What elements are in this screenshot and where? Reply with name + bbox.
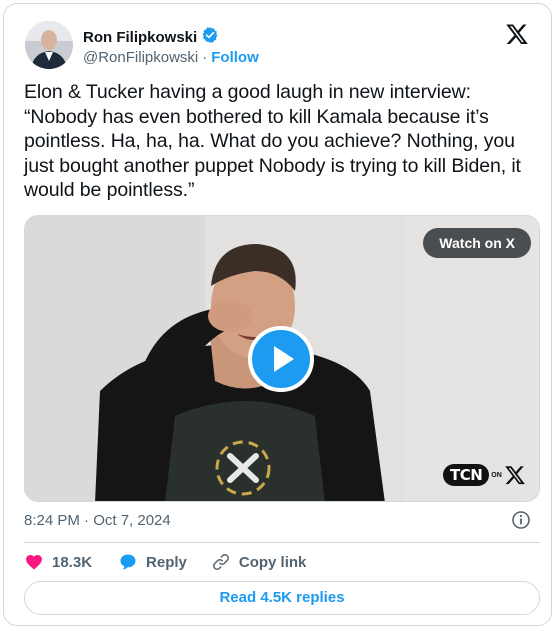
x-logo-icon[interactable] [505,22,529,46]
copy-link-button[interactable]: Copy link [211,552,307,572]
video-player[interactable]: Watch on X TCN ON [24,215,540,502]
tweet-card: Ron Filipkowski @RonFilipkowski · Follow… [3,3,552,626]
heart-icon [26,555,42,570]
avatar[interactable] [25,21,73,69]
watermark-text: TCN [443,464,490,486]
display-name[interactable]: Ron Filipkowski [83,29,197,46]
reply-button[interactable]: Reply [118,552,187,572]
separator: · [202,49,208,66]
info-icon[interactable] [511,510,531,530]
tweet-text: Elon & Tucker having a good laugh in new… [24,81,521,201]
like-count: 18.3K [52,553,93,571]
play-button[interactable] [248,326,314,392]
divider [24,542,540,543]
reply-bubble-icon [120,554,136,570]
action-bar: 18.3K Reply Copy link [24,551,332,573]
channel-watermark: TCN ON [443,464,526,486]
name-row: Ron Filipkowski [83,26,219,49]
handle[interactable]: @RonFilipkowski [83,49,198,66]
copy-link-label: Copy link [238,553,307,571]
verified-badge-icon [201,26,219,49]
follow-button[interactable]: Follow [211,49,259,66]
watermark-x-icon [504,466,525,485]
reply-label: Reply [146,553,187,571]
watch-on-x-button[interactable]: Watch on X [423,228,531,258]
tweet-timestamp[interactable]: 8:24 PM · Oct 7, 2024 [24,512,171,529]
play-icon [274,346,294,372]
watermark-on: ON [491,471,502,479]
read-replies-button[interactable]: Read 4.5K replies [24,581,540,615]
like-button[interactable]: 18.3K [24,552,92,572]
link-icon [212,554,229,570]
handle-row: @RonFilipkowski · Follow [83,49,259,66]
